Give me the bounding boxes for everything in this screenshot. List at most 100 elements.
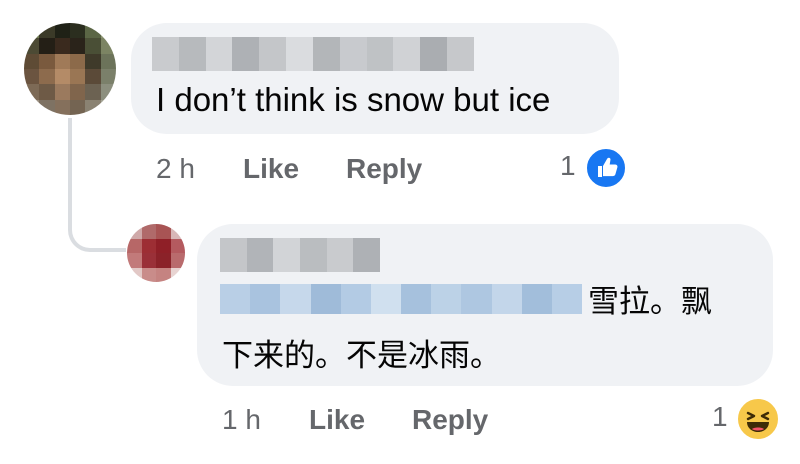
reply-commenter-avatar[interactable] bbox=[127, 224, 185, 282]
comment-timestamp[interactable]: 2 h bbox=[156, 153, 195, 185]
mention-blurred[interactable] bbox=[220, 284, 583, 314]
pixel-block bbox=[141, 253, 156, 268]
pixel-block bbox=[39, 99, 55, 115]
pixel-block bbox=[127, 224, 142, 239]
pixel-block bbox=[220, 284, 251, 314]
pixel-block bbox=[54, 23, 70, 39]
pixel-block bbox=[156, 267, 171, 282]
pixel-block bbox=[100, 99, 116, 115]
pixel-block bbox=[24, 99, 40, 115]
like-button[interactable]: Like bbox=[243, 153, 299, 185]
pixel-block bbox=[340, 284, 371, 314]
pixel-block bbox=[85, 84, 101, 100]
pixel-block bbox=[491, 284, 522, 314]
pixel-block bbox=[24, 38, 40, 54]
like-icon[interactable] bbox=[585, 147, 627, 189]
pixel-block bbox=[100, 53, 116, 69]
pixel-block bbox=[127, 267, 142, 282]
reply-comment-text-line2: 下来的。不是冰雨。 bbox=[222, 338, 501, 374]
pixel-block bbox=[170, 267, 185, 282]
pixel-block bbox=[156, 253, 171, 268]
pixel-block bbox=[24, 84, 40, 100]
pixel-block bbox=[156, 238, 171, 253]
pixel-block bbox=[24, 53, 40, 69]
pixel-block bbox=[521, 284, 552, 314]
pixel-block bbox=[551, 284, 583, 314]
pixel-block bbox=[420, 37, 448, 71]
pixel-block bbox=[326, 238, 354, 272]
pixel-block bbox=[370, 284, 402, 314]
pixel-block bbox=[156, 224, 171, 239]
reply-comment-timestamp[interactable]: 1 h bbox=[222, 404, 261, 436]
pixel-block bbox=[220, 238, 247, 272]
pixel-block bbox=[85, 23, 101, 39]
pixel-block bbox=[259, 37, 287, 71]
pixel-block bbox=[69, 38, 86, 54]
pixel-block bbox=[273, 238, 301, 272]
pixel-block bbox=[85, 68, 101, 85]
commenter-avatar[interactable] bbox=[24, 23, 116, 115]
pixel-block bbox=[170, 224, 185, 239]
reaction-count[interactable]: 1 bbox=[560, 150, 576, 182]
pixel-block bbox=[127, 238, 142, 253]
pixel-block bbox=[69, 99, 86, 115]
pixel-block bbox=[300, 238, 327, 272]
pixel-block bbox=[339, 37, 367, 71]
pixel-block bbox=[141, 238, 156, 253]
pixel-block bbox=[431, 284, 462, 314]
pixel-block bbox=[69, 84, 86, 100]
pixel-block bbox=[100, 68, 116, 85]
pixel-block bbox=[170, 238, 185, 253]
pixel-block bbox=[54, 68, 70, 85]
pixel-block bbox=[39, 84, 55, 100]
pixel-block bbox=[232, 37, 260, 71]
laughing-face-icon bbox=[746, 411, 770, 432]
pixel-block bbox=[100, 23, 116, 39]
reply-comment-text-line1: 雪拉。飘 bbox=[588, 284, 712, 320]
pixel-block bbox=[69, 23, 86, 39]
reply-reply-button[interactable]: Reply bbox=[412, 404, 488, 436]
pixel-block bbox=[54, 99, 70, 115]
pixel-block bbox=[353, 238, 381, 272]
pixel-block bbox=[85, 99, 101, 115]
pixel-block bbox=[205, 37, 233, 71]
pixel-block bbox=[280, 284, 311, 314]
pixel-block bbox=[461, 284, 492, 314]
pixel-block bbox=[447, 37, 474, 71]
pixel-block bbox=[141, 224, 156, 239]
pixel-block bbox=[246, 238, 274, 272]
pixel-block bbox=[100, 84, 116, 100]
pixel-block bbox=[312, 37, 340, 71]
pixel-block bbox=[310, 284, 341, 314]
pixel-block bbox=[24, 23, 40, 39]
pixel-block bbox=[152, 37, 179, 71]
pixel-block bbox=[286, 37, 313, 71]
pixel-block bbox=[69, 68, 86, 85]
pixel-block bbox=[69, 53, 86, 69]
pixel-block bbox=[39, 23, 55, 39]
pixel-block bbox=[39, 68, 55, 85]
haha-icon[interactable] bbox=[736, 397, 780, 441]
pixel-block bbox=[401, 284, 432, 314]
commenter-name-blurred[interactable] bbox=[152, 37, 474, 71]
pixel-block bbox=[39, 38, 55, 54]
reply-thread-line bbox=[68, 118, 126, 252]
pixel-block bbox=[39, 53, 55, 69]
comment-text: I don’t think is snow but ice bbox=[156, 81, 551, 118]
pixel-block bbox=[54, 84, 70, 100]
thumbs-up-icon bbox=[598, 157, 618, 177]
pixel-block bbox=[100, 38, 116, 54]
pixel-block bbox=[250, 284, 281, 314]
pixel-block bbox=[54, 53, 70, 69]
reply-reaction-count[interactable]: 1 bbox=[712, 401, 728, 433]
pixel-block bbox=[393, 37, 421, 71]
reply-button[interactable]: Reply bbox=[346, 153, 422, 185]
reply-like-button[interactable]: Like bbox=[309, 404, 365, 436]
pixel-block bbox=[54, 38, 70, 54]
pixel-block bbox=[24, 68, 40, 85]
pixel-block bbox=[366, 37, 394, 71]
pixel-block bbox=[85, 53, 101, 69]
pixel-block bbox=[141, 267, 156, 282]
reply-commenter-name-blurred[interactable] bbox=[220, 238, 381, 272]
pixel-block bbox=[170, 253, 185, 268]
